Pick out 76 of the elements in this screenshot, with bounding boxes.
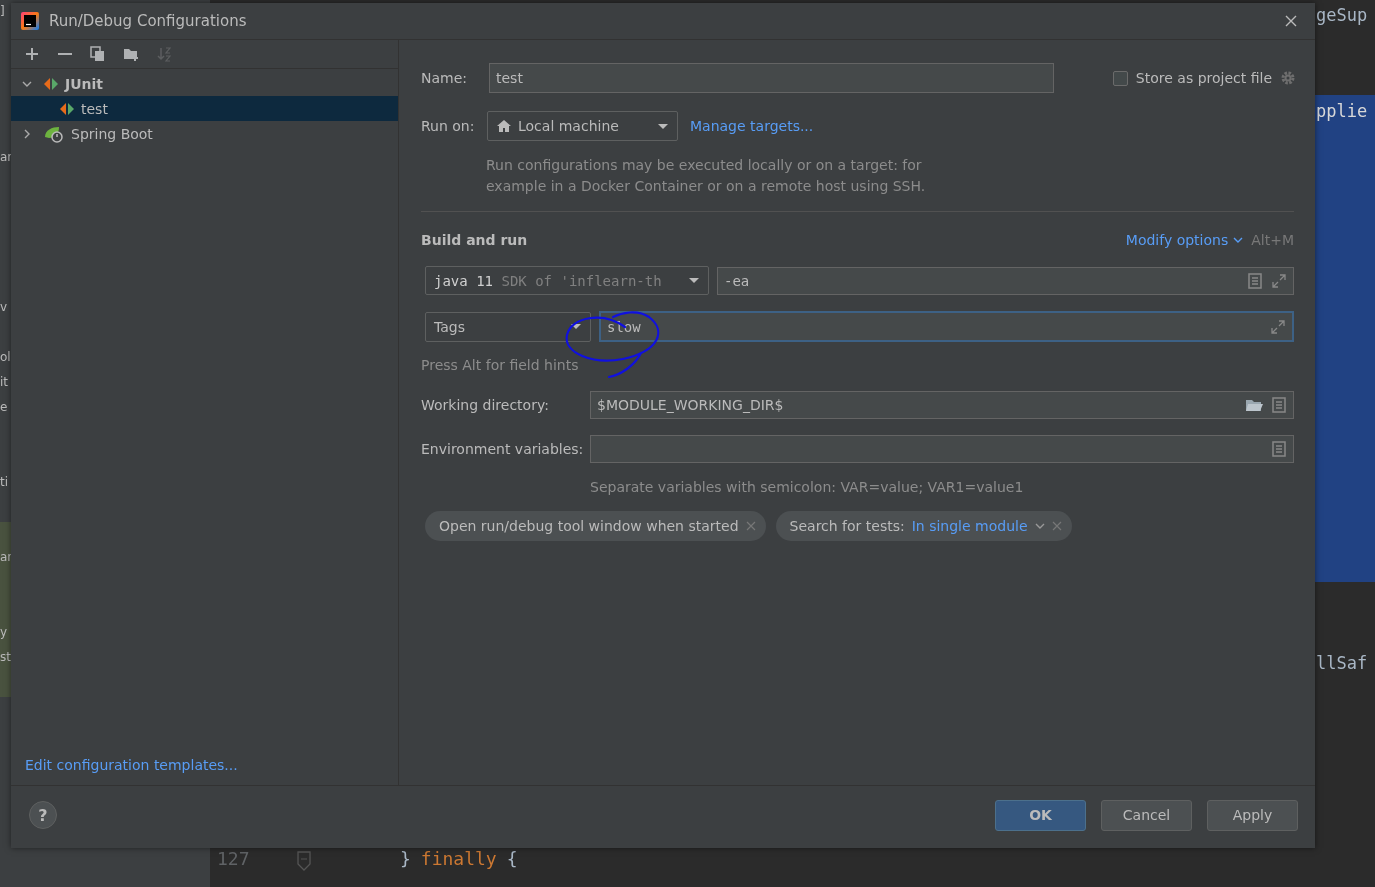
document-icon [1247, 272, 1263, 289]
vm-options-field[interactable]: -ea [717, 266, 1294, 295]
manage-targets-link[interactable]: Manage targets... [690, 118, 814, 134]
tree-item[interactable]: Spring Boot [11, 121, 398, 146]
code-fragment: y [0, 625, 8, 639]
modify-options-link[interactable]: Modify options [1125, 232, 1229, 248]
test-kind-dropdown[interactable]: Tags [425, 311, 591, 342]
jdk-dropdown[interactable]: java 11 SDK of 'inflearn-th [425, 266, 709, 295]
code-fragment: ti [0, 475, 9, 489]
fold-marker-icon [296, 851, 312, 871]
leaf-gear-icon [43, 124, 65, 143]
line-number: 127 [217, 848, 250, 869]
tree-item[interactable]: test [11, 96, 398, 121]
dialog-button[interactable]: Apply [1207, 799, 1298, 831]
chip-label: Open run/debug tool window when started [439, 518, 739, 534]
chevron-down-icon [1034, 522, 1045, 530]
code-token: { [506, 848, 518, 869]
field-label: Environment variables: [421, 441, 585, 457]
folder-icon [1245, 398, 1263, 412]
gear-icon [1280, 70, 1296, 86]
field-label: Run on: [421, 118, 476, 134]
close-icon [1051, 521, 1062, 531]
run-test-icon [59, 101, 75, 116]
chip-value-link[interactable]: In single module [911, 518, 1028, 534]
option-chip[interactable]: Search for tests: In single module [775, 511, 1072, 541]
code-fragment: pplie [1316, 101, 1368, 121]
copy-icon [89, 46, 106, 62]
shortcut-text: Alt+M [1251, 232, 1294, 248]
name-field[interactable]: test [489, 63, 1054, 93]
code-fragment: ol [0, 350, 11, 364]
close-icon [1285, 15, 1297, 27]
hint-text: Run configurations may be executed locally or on a target: for example in a Docker Container or on a remote host using SSH. [486, 156, 926, 196]
chip-label: Search for tests: [789, 518, 905, 534]
hint-text: Separate variables with semicolon: VAR=value; VAR1=value1 [590, 479, 1025, 495]
code-fragment: st [0, 650, 11, 664]
document-icon [1271, 441, 1287, 457]
templates-link[interactable]: Edit configuration templates... [11, 757, 398, 785]
chevron-down-icon [1233, 236, 1244, 244]
close-icon [745, 521, 756, 531]
code-fragment: ] [0, 4, 5, 18]
home-icon [496, 119, 512, 133]
expand-icon [1270, 318, 1286, 335]
code-token: finally [420, 848, 497, 869]
working-directory-field[interactable]: $MODULE_WORKING_DIR$ [590, 391, 1294, 419]
code-fragment: e [0, 400, 8, 414]
dialog-button[interactable]: Cancel [1101, 799, 1192, 831]
sort-icon [155, 46, 172, 62]
dialog-button[interactable]: OK [995, 799, 1086, 831]
code-fragment: geSup [1316, 5, 1368, 25]
code-fragment: v [0, 300, 8, 314]
help-button[interactable]: ? [29, 801, 57, 829]
target-dropdown[interactable]: Local machine [487, 111, 678, 141]
tags-field[interactable]: slow [599, 311, 1294, 342]
code-fragment: it [0, 375, 9, 389]
hint-text: Press Alt for field hints [421, 357, 580, 373]
caret-icon [688, 277, 700, 284]
checkbox-label: Store as project file [1135, 70, 1272, 86]
caret-icon [657, 122, 669, 130]
checkbox[interactable] [1112, 70, 1128, 86]
code-fragment: ar [0, 550, 13, 564]
field-label: Working directory: [421, 397, 550, 413]
window-title: Run/Debug Configurations [49, 12, 248, 30]
tree-item[interactable]: JUnit [11, 71, 398, 96]
field-label: Name: [421, 70, 469, 86]
code-token: } [400, 848, 411, 869]
folder-add-icon [122, 46, 139, 62]
add-icon [23, 46, 40, 62]
code-fragment: ar [0, 150, 13, 164]
app-logo-icon [21, 12, 39, 30]
option-chip[interactable]: Open run/debug tool window when started [425, 511, 766, 541]
run-test-icon [43, 76, 59, 91]
environment-variables-field[interactable] [590, 435, 1294, 463]
expand-icon [1271, 272, 1287, 289]
code-fragment: llSaf [1316, 653, 1368, 673]
section-title: Build and run [421, 232, 529, 248]
document-icon [1271, 397, 1287, 413]
